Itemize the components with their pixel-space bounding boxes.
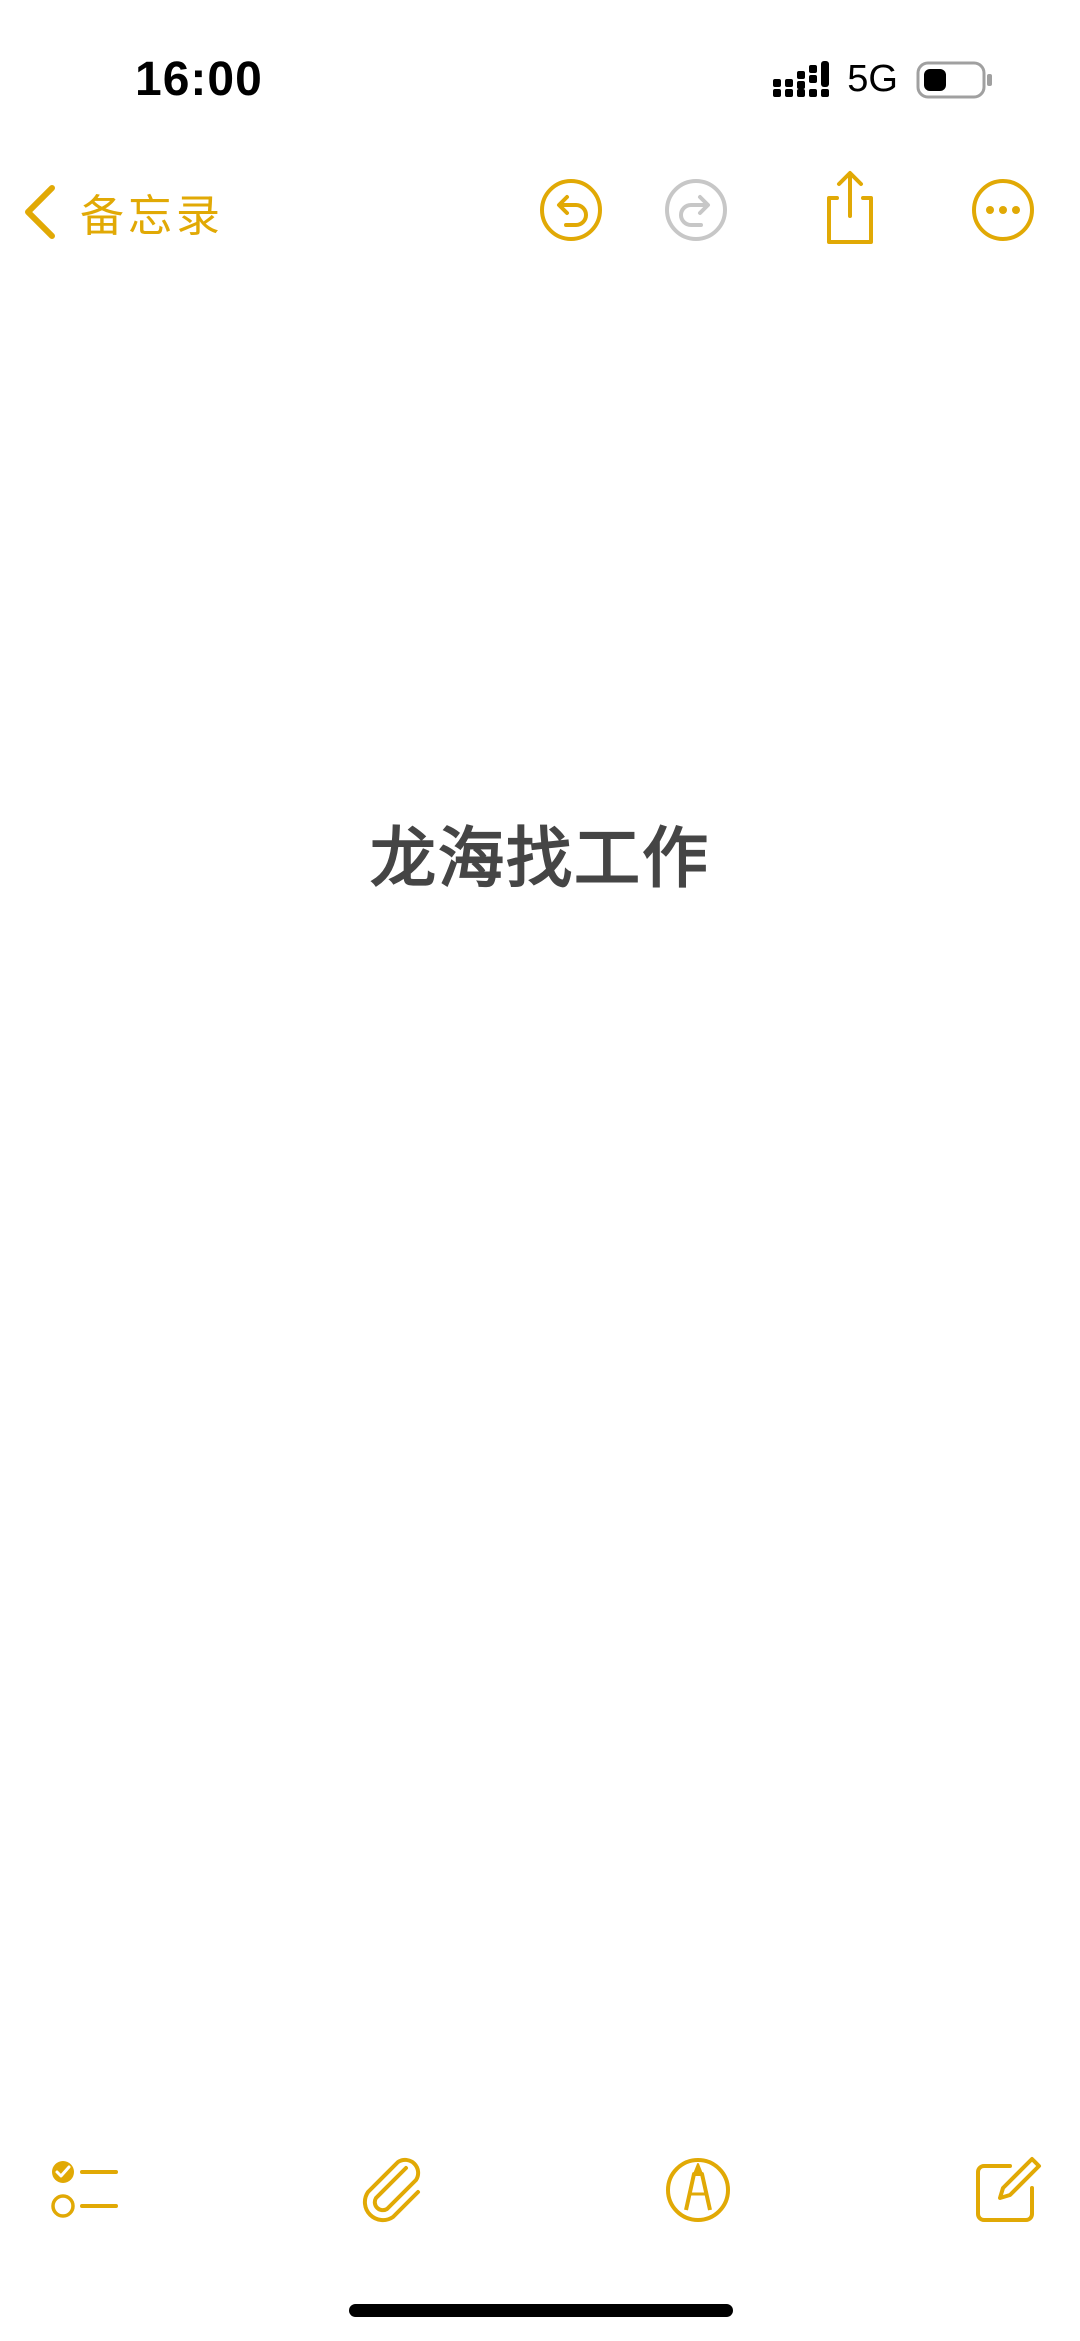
- status-indicators: 5G: [773, 58, 994, 101]
- compose-icon[interactable]: [970, 2154, 1042, 2226]
- checklist-icon[interactable]: [48, 2154, 120, 2226]
- note-title[interactable]: 龙海找工作: [0, 805, 1080, 901]
- redo-icon[interactable]: [661, 175, 731, 245]
- paperclip-icon[interactable]: [356, 2154, 428, 2226]
- more-icon[interactable]: [968, 175, 1038, 245]
- chevron-left-icon: [25, 185, 55, 239]
- nav-bar: 备忘录: [0, 160, 1080, 260]
- back-button[interactable]: 备忘录: [22, 180, 224, 244]
- share-icon[interactable]: [815, 168, 885, 248]
- markup-icon[interactable]: [662, 2154, 734, 2226]
- status-bar: 16:00 5G: [0, 0, 1080, 150]
- home-indicator[interactable]: [349, 2304, 733, 2317]
- battery-icon: [916, 61, 992, 98]
- bottom-toolbar: [0, 2150, 1080, 2230]
- network-type: 5G: [847, 58, 898, 100]
- back-label: 备忘录: [80, 191, 224, 242]
- signal-icon: [773, 60, 830, 97]
- undo-icon[interactable]: [536, 175, 606, 245]
- status-time: 16:00: [135, 53, 263, 106]
